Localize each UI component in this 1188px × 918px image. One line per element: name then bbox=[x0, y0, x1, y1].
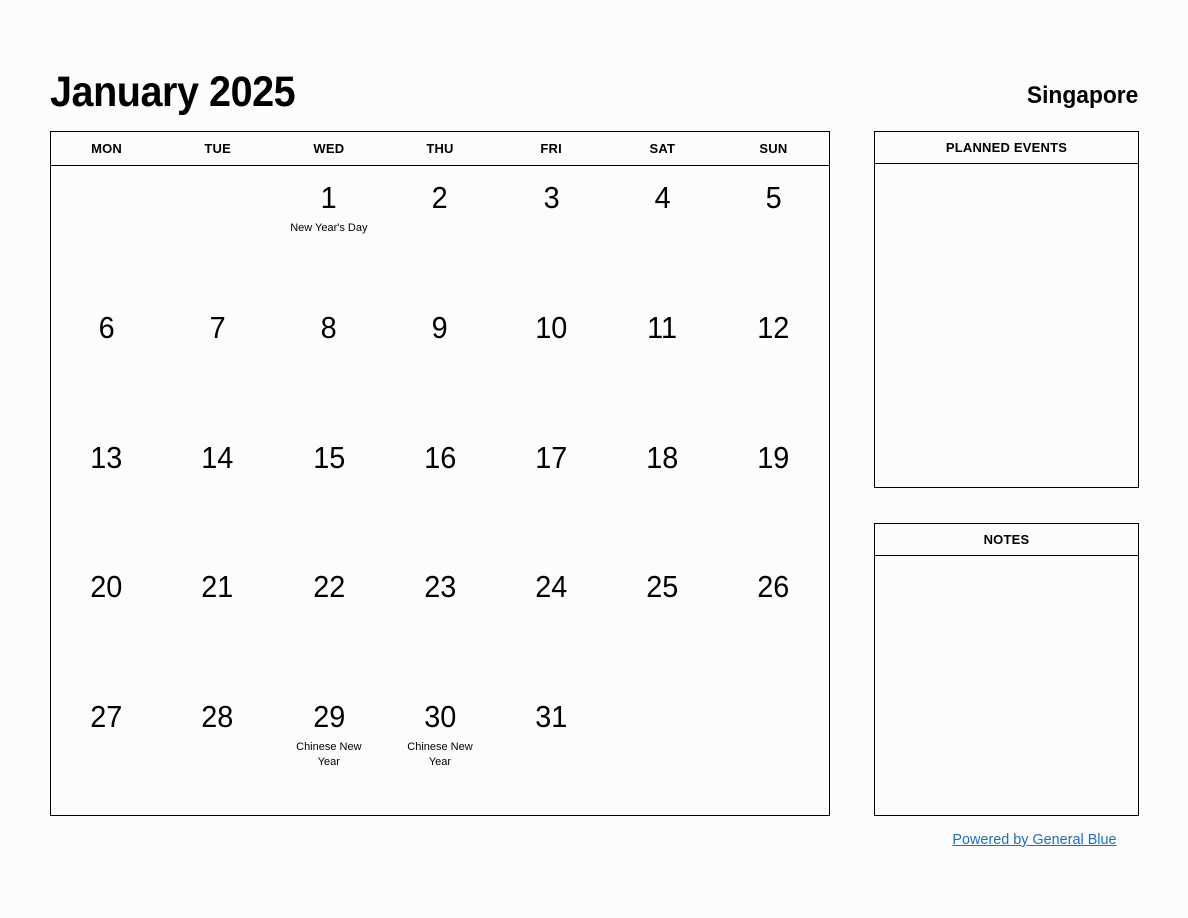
day-event-label: Chinese New Year bbox=[407, 740, 473, 768]
day-cell[interactable]: 21 bbox=[162, 555, 273, 685]
calendar-grid: MON TUE WED THU FRI SAT SUN 1 New Year's … bbox=[50, 131, 830, 816]
day-cell[interactable]: 10 bbox=[496, 296, 607, 426]
day-number: 29 bbox=[312, 699, 345, 735]
day-cell[interactable]: 31 bbox=[496, 685, 607, 815]
day-cell[interactable]: 20 bbox=[51, 555, 162, 685]
day-cell[interactable] bbox=[718, 685, 829, 815]
day-cell[interactable]: 18 bbox=[607, 426, 718, 556]
notes-body[interactable] bbox=[875, 556, 1138, 815]
day-cell[interactable]: 15 bbox=[273, 426, 384, 556]
day-cell[interactable] bbox=[51, 166, 162, 296]
notes-title: NOTES bbox=[875, 524, 1138, 556]
day-cell[interactable]: 4 bbox=[607, 166, 718, 296]
day-cell[interactable]: 16 bbox=[384, 426, 495, 556]
week-row: 27 28 29 Chinese New Year 30 Chinese New Y… bbox=[51, 685, 829, 815]
day-number: 1 bbox=[320, 180, 337, 215]
day-cell[interactable]: 28 bbox=[162, 685, 273, 815]
day-cell[interactable]: 29 Chinese New Year bbox=[273, 685, 384, 815]
day-number: 16 bbox=[423, 439, 457, 475]
day-cell[interactable]: 24 bbox=[496, 555, 607, 685]
day-number: 8 bbox=[320, 309, 337, 345]
planned-events-panel: PLANNED EVENTS bbox=[874, 131, 1139, 488]
day-number: 20 bbox=[90, 569, 123, 605]
day-event-label: Chinese New Year bbox=[296, 740, 362, 768]
day-cell[interactable]: 5 bbox=[718, 166, 829, 296]
day-cell[interactable]: 6 bbox=[51, 296, 162, 426]
planned-events-body[interactable] bbox=[875, 164, 1138, 487]
day-cell[interactable]: 2 bbox=[384, 166, 495, 296]
page-header: January 2025 Singapore bbox=[50, 54, 1138, 114]
day-cell[interactable]: 17 bbox=[496, 426, 607, 556]
day-cell[interactable]: 27 bbox=[51, 685, 162, 815]
day-number: 3 bbox=[543, 180, 560, 215]
day-number: 4 bbox=[654, 180, 671, 215]
day-number: 14 bbox=[201, 439, 234, 475]
day-event-label: New Year's Day bbox=[290, 221, 368, 234]
weekday-header-mon: MON bbox=[91, 141, 123, 156]
week-row: 13 14 15 16 17 18 19 bbox=[51, 426, 829, 556]
day-number: 2 bbox=[431, 180, 449, 215]
day-number: 31 bbox=[535, 699, 568, 735]
week-row: 20 21 22 23 24 25 26 bbox=[51, 555, 829, 685]
day-number: 10 bbox=[535, 309, 568, 345]
day-number: 12 bbox=[757, 309, 790, 345]
day-cell[interactable]: 26 bbox=[718, 555, 829, 685]
weekday-header-tue: TUE bbox=[204, 141, 232, 156]
day-number: 5 bbox=[765, 180, 782, 215]
day-number: 22 bbox=[312, 569, 345, 605]
day-number: 6 bbox=[98, 309, 115, 345]
week-row: 6 7 8 9 10 11 12 bbox=[51, 296, 829, 426]
day-cell[interactable]: 19 bbox=[718, 426, 829, 556]
notes-panel: NOTES bbox=[874, 523, 1139, 816]
day-cell[interactable]: 13 bbox=[51, 426, 162, 556]
day-number: 26 bbox=[757, 569, 790, 605]
calendar-weeks: 1 New Year's Day 2 3 4 5 6 7 8 9 10 11 12… bbox=[51, 166, 829, 815]
day-number: 28 bbox=[201, 699, 234, 735]
day-cell[interactable]: 30 Chinese New Year bbox=[384, 685, 495, 815]
weekday-header-thu: THU bbox=[426, 141, 454, 156]
day-number: 11 bbox=[647, 309, 678, 345]
day-number: 21 bbox=[201, 569, 234, 605]
day-cell[interactable]: 8 bbox=[273, 296, 384, 426]
weekday-header-row: MON TUE WED THU FRI SAT SUN bbox=[51, 132, 829, 166]
day-number: 18 bbox=[646, 439, 679, 475]
day-cell[interactable]: 3 bbox=[496, 166, 607, 296]
day-cell[interactable]: 9 bbox=[384, 296, 495, 426]
day-cell[interactable]: 23 bbox=[384, 555, 495, 685]
footer: Powered by General Blue bbox=[874, 831, 1139, 849]
page-title: January 2025 bbox=[50, 68, 296, 116]
day-number: 23 bbox=[423, 569, 457, 605]
day-number: 15 bbox=[312, 439, 345, 475]
day-cell[interactable]: 25 bbox=[607, 555, 718, 685]
planned-events-title: PLANNED EVENTS bbox=[875, 132, 1138, 164]
day-cell[interactable]: 12 bbox=[718, 296, 829, 426]
powered-by-link[interactable]: Powered by General Blue bbox=[952, 831, 1116, 848]
day-number: 13 bbox=[90, 439, 123, 475]
weekday-header-sat: SAT bbox=[649, 141, 676, 156]
day-cell[interactable]: 7 bbox=[162, 296, 273, 426]
day-cell[interactable]: 1 New Year's Day bbox=[273, 166, 384, 296]
day-number: 9 bbox=[431, 309, 449, 345]
day-number: 7 bbox=[209, 309, 226, 345]
day-cell[interactable] bbox=[162, 166, 273, 296]
week-row: 1 New Year's Day 2 3 4 5 bbox=[51, 166, 829, 296]
weekday-header-fri: FRI bbox=[540, 141, 562, 156]
day-cell[interactable]: 22 bbox=[273, 555, 384, 685]
day-number: 19 bbox=[757, 439, 790, 475]
day-number: 25 bbox=[646, 569, 679, 605]
day-number: 17 bbox=[535, 439, 568, 475]
day-cell[interactable]: 11 bbox=[607, 296, 718, 426]
day-cell[interactable]: 14 bbox=[162, 426, 273, 556]
day-number: 27 bbox=[90, 699, 123, 735]
weekday-header-wed: WED bbox=[313, 141, 345, 156]
country-label: Singapore bbox=[1026, 82, 1138, 109]
day-number: 30 bbox=[423, 699, 457, 735]
day-cell[interactable] bbox=[607, 685, 718, 815]
weekday-header-sun: SUN bbox=[759, 141, 788, 156]
day-number: 24 bbox=[535, 569, 568, 605]
